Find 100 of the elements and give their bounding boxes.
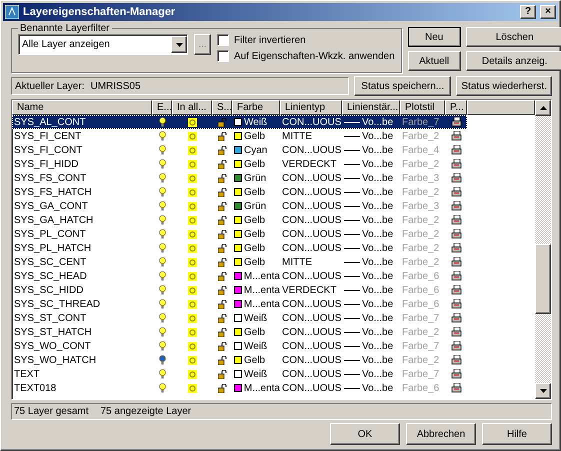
padlock-icon[interactable] — [218, 286, 226, 294]
layer-row[interactable]: SYS_ST_CONT Weiß CON...UOUS Vo...be Farbe_7 — [12, 311, 467, 325]
layer-row[interactable]: SYS_SC_THREAD M...enta CON...UOUS Vo...be Farbe_6 — [12, 297, 467, 311]
padlock-icon[interactable] — [218, 300, 226, 308]
printer-icon[interactable] — [450, 201, 462, 211]
padlock-icon[interactable] — [218, 160, 226, 168]
layer-row[interactable]: SYS_SC_HEAD M...enta CON...UOUS Vo...be Farbe_6 — [12, 269, 467, 283]
sun-icon[interactable] — [188, 118, 196, 126]
column-header[interactable]: Linientyp — [280, 100, 342, 115]
layer-row[interactable]: TEXT Weiß CON...UOUS Vo...be Farbe_7 — [12, 367, 467, 381]
dialog-button[interactable]: Neu — [408, 27, 461, 47]
plotstyle: Farbe_6 — [402, 284, 440, 296]
dialog-button[interactable]: Details anzeig. — [466, 51, 561, 71]
scroll-thumb[interactable] — [535, 244, 551, 314]
padlock-icon[interactable] — [218, 328, 226, 336]
scroll-down-icon — [540, 389, 546, 393]
color-name: Gelb — [244, 326, 266, 338]
printer-icon[interactable] — [450, 271, 462, 281]
color-name: Gelb — [244, 228, 266, 240]
printer-icon[interactable] — [450, 243, 462, 253]
padlock-icon[interactable] — [218, 370, 226, 378]
dialog-button[interactable]: Aktuell — [408, 51, 461, 71]
layer-row[interactable]: SYS_GA_CONT Grün CON...UOUS Vo...be Farbe_3 — [12, 199, 467, 213]
printer-icon[interactable] — [450, 131, 462, 141]
layer-row[interactable]: SYS_AL_CONT Weiß CON...UOUS Vo...be Farbe_7 — [12, 115, 467, 129]
scrollbar[interactable] — [535, 100, 551, 399]
help-button[interactable]: ? — [520, 5, 536, 19]
layer-row[interactable]: SYS_FI_CENT Gelb MITTE Vo...be Farbe_2 — [12, 129, 467, 143]
printer-icon[interactable] — [450, 159, 462, 169]
layer-row[interactable]: SYS_FS_CONT Grün CON...UOUS Vo...be Farbe_3 — [12, 171, 467, 185]
filter-dropdown[interactable]: Alle Layer anzeigen — [18, 34, 188, 55]
printer-icon[interactable] — [450, 285, 462, 295]
padlock-icon[interactable] — [218, 230, 226, 238]
layer-row[interactable]: SYS_FI_HIDD Gelb VERDECKT Vo...be Farbe_2 — [12, 157, 467, 171]
column-header[interactable]: P... — [445, 100, 467, 115]
layer-row[interactable]: SYS_SC_HIDD M...enta VERDECKT Vo...be Farbe_6 — [12, 283, 467, 297]
layer-row[interactable]: SYS_FS_HATCH Gelb CON...UOUS Vo...be Farbe_2 — [12, 185, 467, 199]
padlock-icon[interactable] — [218, 314, 226, 322]
printer-icon[interactable] — [450, 187, 462, 197]
plotstyle: Farbe_3 — [402, 172, 440, 184]
padlock-icon[interactable] — [218, 118, 226, 126]
padlock-icon[interactable] — [218, 216, 226, 224]
layer-name: SYS_FI_HIDD — [14, 158, 78, 170]
close-button[interactable]: × — [540, 5, 556, 19]
printer-icon[interactable] — [450, 383, 462, 393]
layer-row[interactable]: SYS_WO_CONT Weiß CON...UOUS Vo...be Farbe_7 — [12, 339, 467, 353]
layer-row[interactable]: SYS_PL_CONT Gelb CON...UOUS Vo...be Farbe_2 — [12, 227, 467, 241]
lightbulb-icon[interactable] — [158, 355, 166, 365]
printer-icon[interactable] — [450, 299, 462, 309]
checkbox[interactable] — [217, 34, 229, 46]
app-icon — [5, 5, 19, 19]
padlock-icon[interactable] — [218, 272, 226, 280]
column-header[interactable]: Farbe — [232, 100, 280, 115]
layer-row[interactable]: SYS_SC_CENT Gelb MITTE Vo...be Farbe_2 — [12, 255, 467, 269]
padlock-icon[interactable] — [218, 342, 226, 350]
printer-icon[interactable] — [450, 327, 462, 337]
printer-icon[interactable] — [450, 215, 462, 225]
column-header[interactable]: S... — [212, 100, 232, 115]
plotstyle: Farbe_7 — [402, 368, 440, 380]
dialog-button[interactable]: Löschen — [466, 27, 561, 47]
printer-icon[interactable] — [450, 257, 462, 267]
lineweight: Vo...be — [362, 312, 394, 324]
padlock-icon[interactable] — [218, 258, 226, 266]
lightbulb-icon[interactable] — [158, 117, 166, 127]
padlock-icon[interactable] — [218, 132, 226, 140]
padlock-icon[interactable] — [218, 356, 226, 364]
column-header[interactable]: Plotstil — [400, 100, 445, 115]
dialog-button[interactable]: Abbrechen — [406, 423, 476, 445]
lineweight: Vo...be — [362, 228, 394, 240]
layer-row[interactable]: SYS_ST_HATCH Gelb CON...UOUS Vo...be Farbe_2 — [12, 325, 467, 339]
padlock-icon[interactable] — [218, 174, 226, 182]
printer-icon[interactable] — [450, 229, 462, 239]
printer-icon[interactable] — [450, 173, 462, 183]
column-header[interactable]: Linienstär... — [342, 100, 400, 115]
column-header[interactable]: E... — [152, 100, 172, 115]
printer-icon[interactable] — [450, 313, 462, 323]
padlock-icon[interactable] — [218, 384, 226, 392]
dialog-button[interactable]: Hilfe — [482, 423, 552, 445]
layer-name: SYS_FI_CONT — [14, 144, 82, 156]
layer-row[interactable]: TEXT018 M...enta CON...UOUS Vo...be Farbe_6 — [12, 381, 467, 395]
printer-icon[interactable] — [450, 355, 462, 365]
printer-icon[interactable] — [450, 145, 462, 155]
layer-row[interactable]: SYS_GA_HATCH Gelb CON...UOUS Vo...be Farbe_2 — [12, 213, 467, 227]
color-name: M...enta — [244, 298, 280, 310]
dialog-button[interactable]: OK — [330, 423, 400, 445]
column-header[interactable]: Name — [12, 100, 152, 115]
checkbox[interactable] — [217, 50, 229, 62]
column-header[interactable]: In all... — [172, 100, 212, 115]
layer-row[interactable]: SYS_FI_CONT Cyan CON...UOUS Vo...be Farbe_4 — [12, 143, 467, 157]
layer-row[interactable]: SYS_PL_HATCH Gelb CON...UOUS Vo...be Farbe_2 — [12, 241, 467, 255]
printer-icon[interactable] — [450, 369, 462, 379]
layer-row[interactable]: SYS_WO_HATCH Gelb CON...UOUS Vo...be Farbe_2 — [12, 353, 467, 367]
printer-icon[interactable] — [450, 117, 462, 127]
padlock-icon[interactable] — [218, 202, 226, 210]
padlock-icon[interactable] — [218, 244, 226, 252]
printer-icon[interactable] — [450, 341, 462, 351]
padlock-icon[interactable] — [218, 188, 226, 196]
padlock-icon[interactable] — [218, 146, 226, 154]
dialog-button[interactable]: Status wiederherst. — [456, 76, 552, 96]
dialog-button[interactable]: Status speichern... — [354, 76, 452, 96]
